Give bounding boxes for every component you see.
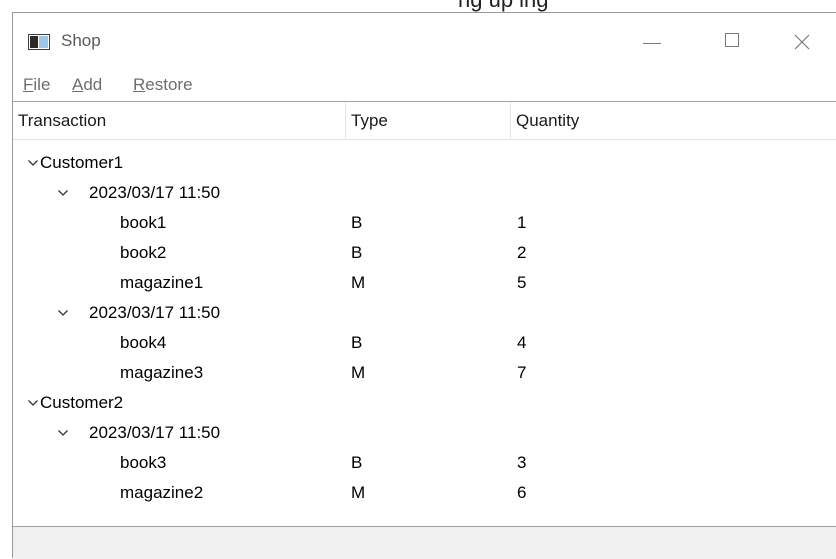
- type-cell: B: [351, 333, 363, 352]
- menu-file[interactable]: File: [23, 75, 50, 95]
- transaction-cell: book1: [120, 213, 167, 232]
- tree-row-customer[interactable]: Customer1: [13, 148, 836, 178]
- menu-add-mnemonic: A: [72, 75, 84, 94]
- transaction-cell: book4: [120, 333, 167, 352]
- quantity-cell: 2: [517, 243, 527, 262]
- transaction-cell: magazine3: [120, 363, 204, 382]
- tree-row-item[interactable]: magazine2 M 6: [13, 478, 836, 508]
- maximize-icon: [725, 33, 739, 47]
- title-bar[interactable]: Shop: [13, 13, 836, 69]
- type-cell: M: [351, 273, 366, 292]
- type-cell: B: [351, 213, 363, 232]
- transaction-cell: magazine1: [120, 273, 204, 292]
- menu-restore-mnemonic: R: [133, 75, 146, 94]
- tree-row-transaction[interactable]: 2023/03/17 11:50: [13, 418, 836, 448]
- tree-row-item[interactable]: magazine3 M 7: [13, 358, 836, 388]
- tree-row-item[interactable]: book4 B 4: [13, 328, 836, 358]
- menu-add[interactable]: Add: [72, 75, 102, 95]
- transaction-cell: Customer2: [40, 393, 124, 412]
- chevron-down-icon[interactable]: [57, 187, 69, 199]
- transaction-cell: book3: [120, 453, 167, 472]
- menu-restore[interactable]: Restore: [133, 75, 193, 95]
- transaction-tree[interactable]: Transaction Type Quantity Customer1 2023/…: [13, 101, 836, 527]
- tree-row-transaction[interactable]: 2023/03/17 11:50: [13, 178, 836, 208]
- type-cell: M: [351, 363, 366, 382]
- tree-row-item[interactable]: book3 B 3: [13, 448, 836, 478]
- column-header-quantity[interactable]: Quantity: [511, 102, 836, 140]
- type-cell: M: [351, 483, 366, 502]
- shop-window: Shop File Add Restore Transaction Type Q…: [12, 12, 836, 559]
- column-header-transaction[interactable]: Transaction: [13, 102, 345, 140]
- transaction-cell: 2023/03/17 11:50: [89, 423, 221, 442]
- menu-restore-label: estore: [145, 75, 193, 94]
- quantity-cell: 5: [517, 273, 527, 292]
- minimize-icon: [643, 43, 661, 44]
- quantity-cell: 1: [517, 213, 527, 232]
- chevron-down-icon[interactable]: [57, 307, 69, 319]
- quantity-cell: 3: [517, 453, 527, 472]
- close-button[interactable]: [783, 21, 827, 61]
- background-text: ng up ing: [458, 0, 549, 12]
- menu-file-mnemonic: F: [23, 75, 34, 94]
- quantity-cell: 6: [517, 483, 527, 502]
- column-header-type[interactable]: Type: [346, 102, 510, 140]
- close-icon: [794, 34, 810, 50]
- tree-row-item[interactable]: book2 B 2: [13, 238, 836, 268]
- menu-add-label: dd: [83, 75, 103, 94]
- tree-row-item[interactable]: book1 B 1: [13, 208, 836, 238]
- type-cell: B: [351, 243, 363, 262]
- tree-row-transaction[interactable]: 2023/03/17 11:50: [13, 298, 836, 328]
- transaction-cell: book2: [120, 243, 167, 262]
- status-bar: [13, 527, 836, 559]
- tree-header: Transaction Type Quantity: [13, 102, 836, 140]
- chevron-down-icon[interactable]: [27, 397, 39, 409]
- maximize-button[interactable]: [713, 21, 757, 61]
- chevron-down-icon[interactable]: [57, 427, 69, 439]
- quantity-cell: 7: [517, 363, 527, 382]
- window-title: Shop: [61, 31, 101, 50]
- transaction-cell: magazine2: [120, 483, 204, 502]
- type-cell: B: [351, 453, 363, 472]
- chevron-down-icon[interactable]: [27, 157, 39, 169]
- menu-bar: File Add Restore: [13, 69, 836, 101]
- tree-row-item[interactable]: magazine1 M 5: [13, 268, 836, 298]
- menu-file-label: ile: [33, 75, 51, 94]
- partial-background-text: ng up ing: [0, 0, 836, 12]
- app-window-icon: [28, 34, 50, 50]
- tree-row-customer[interactable]: Customer2: [13, 388, 836, 418]
- transaction-cell: Customer1: [40, 153, 124, 172]
- quantity-cell: 4: [517, 333, 527, 352]
- transaction-cell: 2023/03/17 11:50: [89, 183, 221, 202]
- minimize-button[interactable]: [631, 21, 675, 61]
- transaction-cell: 2023/03/17 11:50: [89, 303, 221, 322]
